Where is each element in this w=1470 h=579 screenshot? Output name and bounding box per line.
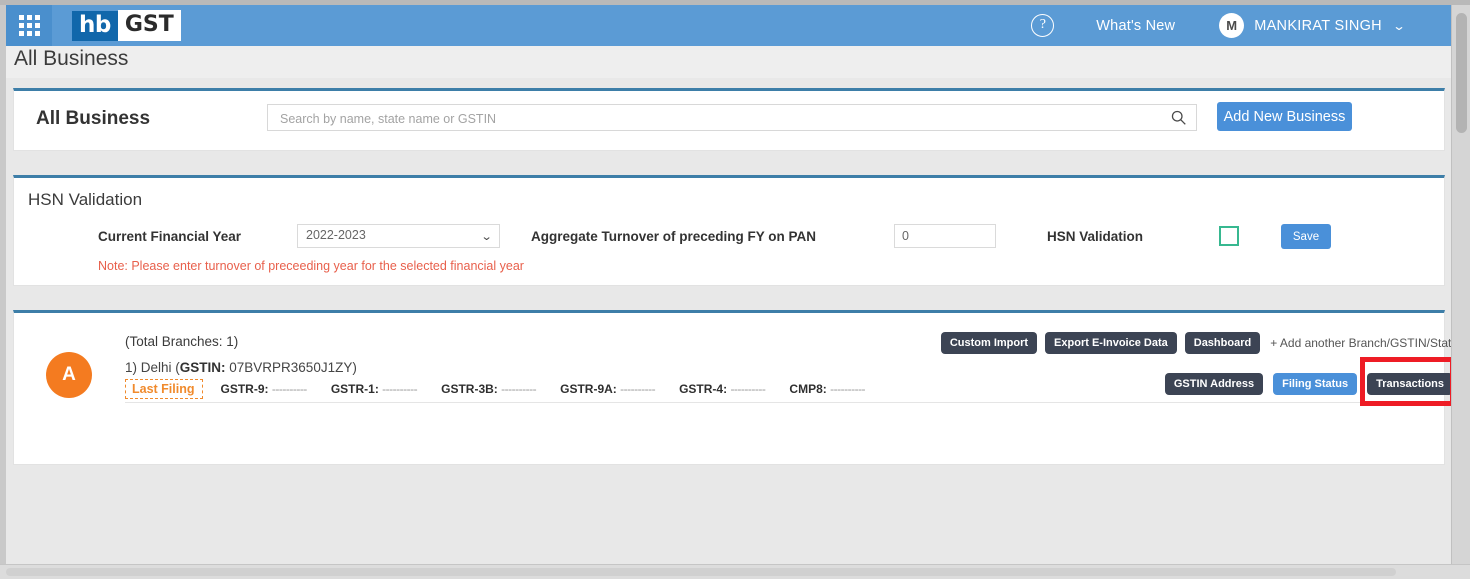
filing-value: ----------: [830, 382, 866, 396]
gstin-address-button[interactable]: GSTIN Address: [1164, 373, 1264, 395]
filing-item: GSTR-3B: ----------: [441, 382, 536, 396]
gstin-value: 07BVRPR3650J1ZY): [225, 360, 357, 375]
filing-value: ----------: [730, 382, 766, 396]
filing-item: CMP8: ----------: [789, 382, 865, 396]
hsn-validation-checkbox[interactable]: [1219, 226, 1239, 246]
user-menu[interactable]: M MANKIRAT SINGH ⌄: [1219, 13, 1406, 38]
page-title: All Business: [14, 47, 129, 70]
app-logo[interactable]: hb GST: [72, 10, 181, 41]
filing-label: GSTR-4:: [679, 382, 728, 396]
filing-item: GSTR-1: ----------: [330, 382, 418, 396]
horizontal-scrollbar[interactable]: [0, 564, 1470, 579]
filing-item: GSTR-4: ----------: [679, 382, 766, 396]
all-business-card: All Business Add New Business: [13, 88, 1445, 151]
chevron-down-icon: ⌄: [480, 231, 493, 243]
add-another-branch-link[interactable]: + Add another Branch/GSTIN/State: [1270, 336, 1458, 350]
export-einvoice-data-button[interactable]: Export E-Invoice Data: [1045, 332, 1177, 354]
aggregate-turnover-label: Aggregate Turnover of preceding FY on PA…: [531, 229, 817, 244]
apps-menu-button[interactable]: [6, 5, 52, 46]
page-title-band: All Business: [6, 46, 1452, 78]
whats-new-link[interactable]: What's New: [1096, 18, 1175, 34]
filing-item: GSTR-9: ----------: [220, 382, 308, 396]
branch-index-name: 1) Delhi (: [125, 360, 180, 375]
filing-value: ----------: [501, 382, 537, 396]
branch-gstin-line: 1) Delhi (GSTIN: 07BVRPR3650J1ZY): [125, 360, 357, 375]
all-business-heading: All Business: [36, 108, 151, 129]
last-filing-badge[interactable]: Last Filing: [125, 379, 203, 399]
filing-label: GSTR-9:: [220, 382, 269, 396]
branch-row-actions: GSTIN Address Filing Status Transactions: [1164, 373, 1453, 395]
add-new-business-button[interactable]: Add New Business: [1217, 102, 1352, 131]
branch-row-divider: [125, 402, 1428, 403]
financial-year-value: 2022-2023: [306, 228, 366, 242]
filing-summary-row: Last Filing GSTR-9: ---------- GSTR-1: -…: [125, 379, 889, 399]
filing-label: GSTR-3B:: [441, 382, 498, 396]
search-icon[interactable]: [1170, 109, 1187, 126]
dashboard-button[interactable]: Dashboard: [1184, 332, 1261, 354]
hsn-validation-heading: HSN Validation: [28, 190, 143, 209]
search-input[interactable]: [278, 105, 1142, 132]
search-box[interactable]: [267, 104, 1197, 132]
vertical-scrollbar[interactable]: [1451, 5, 1470, 565]
financial-year-select[interactable]: 2022-2023 ⌄: [297, 224, 500, 248]
custom-import-button[interactable]: Custom Import: [940, 332, 1038, 354]
transactions-button[interactable]: Transactions: [1367, 373, 1453, 395]
chevron-down-icon[interactable]: ⌄: [1392, 19, 1406, 33]
filing-label: GSTR-9A:: [560, 382, 617, 396]
hsn-note-text: Note: Please enter turnover of preceedin…: [98, 259, 524, 273]
topbar-right-group: ? What's New M MANKIRAT SINGH ⌄: [1031, 13, 1452, 38]
business-avatar: A: [46, 352, 92, 398]
help-icon[interactable]: ?: [1031, 14, 1055, 37]
filing-label: CMP8:: [789, 382, 827, 396]
branch-top-actions: Custom Import Export E-Invoice Data Dash…: [940, 332, 1458, 354]
total-branches-label: (Total Branches: 1): [125, 334, 239, 349]
app-window: hb GST ? What's New M MANKIRAT SINGH ⌄ A…: [0, 0, 1470, 579]
avatar: M: [1219, 13, 1245, 38]
vertical-scrollbar-thumb[interactable]: [1456, 13, 1467, 133]
filing-value: ----------: [382, 382, 418, 396]
logo-hb-text: hb: [72, 10, 118, 41]
logo-gst-text: GST: [117, 10, 181, 41]
user-name-label: MANKIRAT SINGH: [1254, 17, 1382, 34]
gstin-label: GSTIN:: [179, 360, 226, 375]
filing-value: ----------: [271, 382, 307, 396]
aggregate-turnover-input[interactable]: [894, 224, 996, 248]
window-left-edge: [0, 5, 6, 565]
filing-value: ----------: [620, 382, 656, 396]
current-financial-year-label: Current Financial Year: [98, 229, 242, 244]
hsn-validation-label: HSN Validation: [1047, 229, 1144, 244]
filing-item: GSTR-9A: ----------: [560, 382, 655, 396]
top-navigation-bar: hb GST ? What's New M MANKIRAT SINGH ⌄: [6, 5, 1452, 46]
filing-label: GSTR-1:: [330, 382, 379, 396]
save-button[interactable]: Save: [1281, 224, 1331, 249]
grid-apps-icon: [18, 15, 40, 36]
horizontal-scrollbar-thumb[interactable]: [6, 568, 1396, 576]
filing-status-button[interactable]: Filing Status: [1273, 373, 1358, 395]
